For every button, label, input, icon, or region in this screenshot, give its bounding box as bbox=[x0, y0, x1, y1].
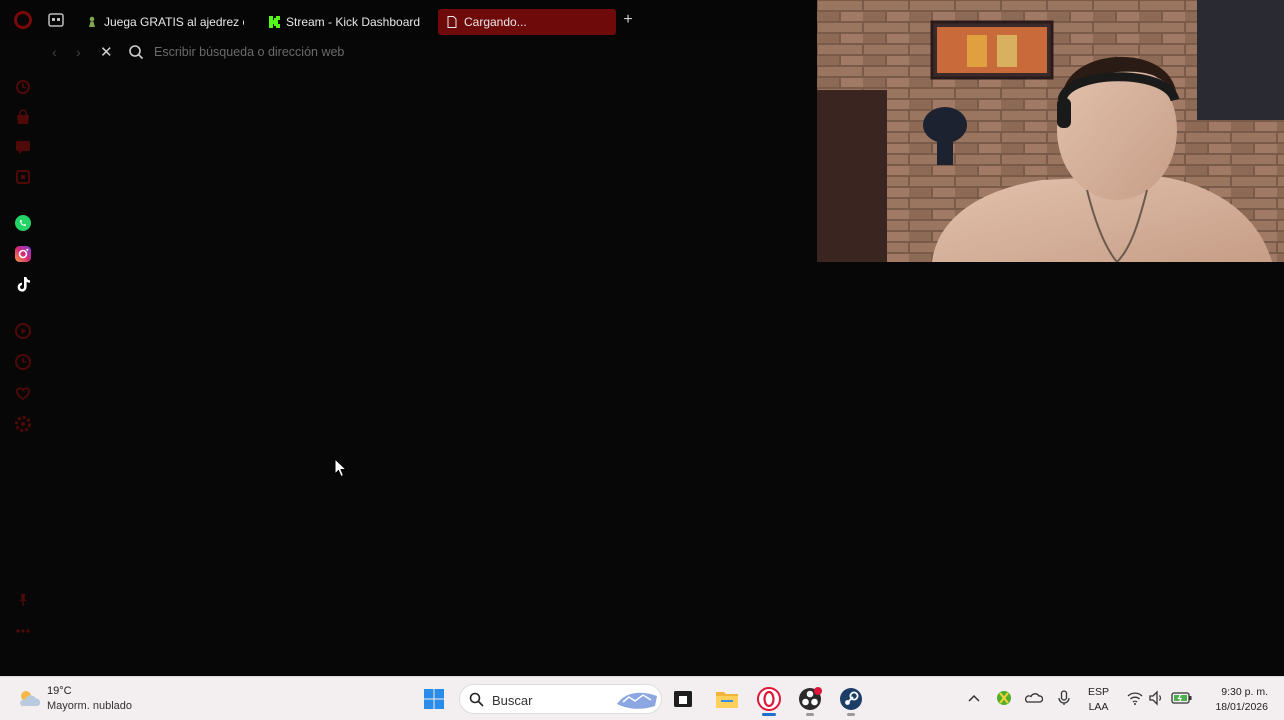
tab-island-icon[interactable] bbox=[48, 13, 64, 27]
search-icon bbox=[469, 692, 484, 707]
battery-charging-icon[interactable] bbox=[1171, 687, 1193, 709]
volume-icon[interactable] bbox=[1147, 687, 1165, 709]
taskbar-search[interactable]: Buscar bbox=[459, 684, 662, 714]
chess-pawn-icon bbox=[89, 16, 95, 27]
language-code: ESP bbox=[1088, 686, 1110, 698]
mouse-cursor-icon bbox=[334, 458, 348, 478]
keyboard-layout: LAA bbox=[1088, 701, 1109, 713]
weather-temperature[interactable]: 19°C bbox=[47, 685, 72, 697]
page-icon bbox=[447, 16, 457, 28]
instagram-icon[interactable] bbox=[14, 245, 32, 263]
more-icon[interactable] bbox=[14, 622, 32, 640]
terminal-icon bbox=[674, 691, 692, 707]
whatsapp-icon[interactable] bbox=[14, 214, 32, 232]
wifi-icon[interactable] bbox=[1126, 687, 1144, 709]
chevron-up-icon[interactable] bbox=[965, 687, 983, 709]
back-button[interactable]: ‹ bbox=[52, 44, 57, 60]
start-button[interactable] bbox=[421, 686, 447, 712]
pin-icon[interactable] bbox=[14, 591, 32, 609]
messenger-icon[interactable] bbox=[14, 138, 32, 156]
extension-icon[interactable] bbox=[14, 168, 32, 186]
new-tab-button[interactable]: + bbox=[620, 12, 636, 29]
running-indicator bbox=[847, 713, 855, 716]
cloudy-weather-icon[interactable] bbox=[16, 686, 42, 710]
clock-icon[interactable] bbox=[14, 353, 32, 371]
player-icon[interactable] bbox=[14, 322, 32, 340]
tab-chess[interactable]: Juega GRATIS al ajedrez o bbox=[86, 9, 244, 35]
tab-label: Juega GRATIS al ajedrez o bbox=[104, 15, 244, 29]
steam-icon bbox=[840, 688, 862, 710]
system-clock[interactable]: 9:30 p. m. 18/01/2026 bbox=[1200, 685, 1268, 715]
kick-logo-icon bbox=[269, 16, 280, 28]
bookmark-icon[interactable] bbox=[14, 384, 32, 402]
tab-label: Stream - Kick Dashboard bbox=[286, 15, 421, 29]
browser-sidebar bbox=[0, 66, 46, 676]
tab-label: Cargando... bbox=[464, 15, 527, 29]
weather-description[interactable]: Mayorm. nublado bbox=[47, 700, 132, 712]
language-indicator[interactable]: ESP LAA bbox=[1088, 685, 1109, 715]
stop-loading-button[interactable]: ✕ bbox=[100, 43, 113, 61]
settings-icon[interactable] bbox=[14, 415, 32, 433]
search-icon bbox=[129, 45, 144, 60]
file-explorer-icon bbox=[716, 692, 738, 708]
clock-time: 9:30 p. m. bbox=[1221, 686, 1268, 698]
windows-taskbar: 19°C Mayorm. nublado Buscar ESP LAA 9:30… bbox=[0, 676, 1284, 720]
address-bar: ‹ › ✕ bbox=[40, 38, 810, 66]
running-indicator bbox=[806, 713, 814, 716]
history-icon[interactable] bbox=[14, 78, 32, 96]
forward-button[interactable]: › bbox=[76, 44, 81, 60]
tab-kick-dashboard[interactable]: Stream - Kick Dashboard bbox=[268, 9, 432, 35]
microphone-icon[interactable] bbox=[1055, 687, 1073, 709]
address-input[interactable] bbox=[154, 41, 654, 63]
taskbar-opera-gx[interactable] bbox=[756, 686, 782, 716]
windows-start-icon bbox=[424, 689, 444, 709]
search-highlight-icon bbox=[617, 692, 657, 709]
onedrive-icon[interactable] bbox=[1025, 687, 1043, 709]
tiktok-icon[interactable] bbox=[14, 275, 32, 293]
taskbar-steam[interactable] bbox=[838, 686, 864, 716]
search-label: Buscar bbox=[492, 693, 533, 708]
xbox-icon[interactable] bbox=[995, 687, 1013, 709]
obs-icon bbox=[799, 687, 822, 710]
clock-date: 18/01/2026 bbox=[1215, 701, 1268, 713]
desktop-screen: Juega GRATIS al ajedrez o Stream - Kick … bbox=[0, 0, 1284, 720]
opera-logo-icon[interactable] bbox=[14, 11, 32, 29]
running-indicator bbox=[762, 713, 776, 716]
webcam-overlay bbox=[817, 0, 1284, 262]
taskbar-terminal[interactable] bbox=[670, 686, 696, 712]
tab-loading[interactable]: Cargando... bbox=[438, 9, 616, 35]
shop-icon[interactable] bbox=[14, 108, 32, 126]
taskbar-file-explorer[interactable] bbox=[714, 686, 740, 712]
opera-gx-icon bbox=[757, 687, 781, 711]
taskbar-obs[interactable] bbox=[797, 686, 823, 716]
